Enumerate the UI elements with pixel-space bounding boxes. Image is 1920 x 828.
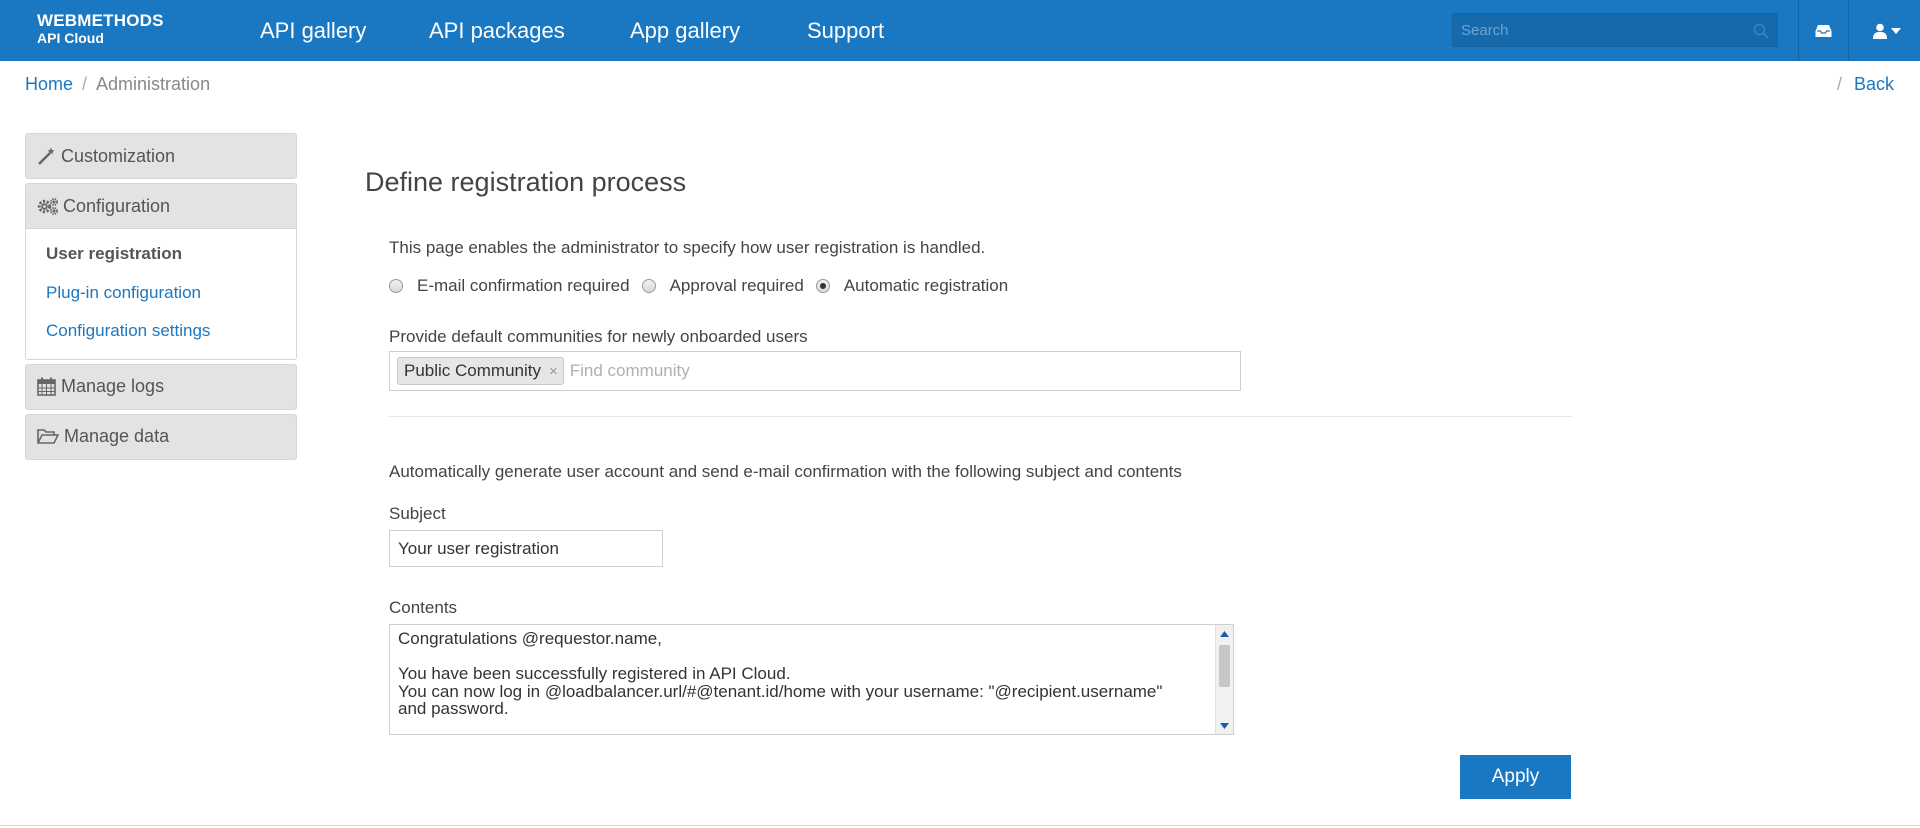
breadcrumb-home[interactable]: Home xyxy=(25,74,73,94)
nav-app-gallery[interactable]: App gallery xyxy=(630,0,740,61)
community-chip-label: Public Community xyxy=(404,361,541,380)
brand-logo[interactable]: WEBMETHODS API Cloud xyxy=(37,11,164,47)
contents-text: Congratulations @requestor.name, You hav… xyxy=(398,629,1163,718)
section-divider xyxy=(389,416,1572,417)
calendar-icon xyxy=(37,377,56,396)
top-navbar: WEBMETHODS API Cloud API gallery API pac… xyxy=(0,0,1920,61)
subject-label: Subject xyxy=(389,504,446,523)
sidebar-item-manage-data[interactable]: Manage data xyxy=(25,413,297,460)
sidebar-item-customization[interactable]: Customization xyxy=(25,133,297,179)
contents-textarea[interactable]: Congratulations @requestor.name, You hav… xyxy=(389,624,1234,735)
radio-label: Approval required xyxy=(669,276,804,295)
gears-icon xyxy=(37,198,58,215)
sidebar-item-label: Manage logs xyxy=(61,376,165,396)
brand-name: WEBMETHODS xyxy=(37,11,164,30)
sidebar-subitem-configuration-settings[interactable]: Configuration settings xyxy=(46,312,296,351)
communities-field: Public Community × xyxy=(389,351,1241,391)
sidebar-subitem-user-registration[interactable]: User registration xyxy=(46,235,296,274)
scroll-down-arrow-icon[interactable] xyxy=(1216,717,1233,734)
breadcrumb: Home / Administration xyxy=(25,74,210,95)
user-menu-button[interactable] xyxy=(1866,0,1906,61)
search-input[interactable] xyxy=(1453,14,1777,46)
user-icon xyxy=(1872,23,1887,39)
radio-approval-required[interactable] xyxy=(641,279,656,293)
scrollbar-thumb[interactable] xyxy=(1219,645,1230,687)
communities-label: Provide default communities for newly on… xyxy=(389,327,808,346)
nav-api-packages[interactable]: API packages xyxy=(429,0,565,61)
scroll-up-arrow-icon[interactable] xyxy=(1216,625,1233,642)
radio-label: E-mail confirmation required xyxy=(417,276,630,295)
contents-label: Contents xyxy=(389,598,458,617)
sidebar-subitem-plugin-configuration[interactable]: Plug-in configuration xyxy=(46,274,296,313)
sidebar: Customization Configuration User registr… xyxy=(25,133,297,464)
sidebar-item-configuration[interactable]: Configuration xyxy=(26,184,296,229)
find-community-input[interactable] xyxy=(569,361,1070,381)
folder-open-icon xyxy=(37,429,59,444)
configuration-submenu: User registration Plug-in configuration … xyxy=(26,229,296,359)
magic-wand-icon xyxy=(38,147,55,165)
remove-chip-icon[interactable]: × xyxy=(549,363,558,380)
footer-divider xyxy=(0,825,1920,826)
inbox-icon xyxy=(1815,24,1832,37)
page-description: This page enables the administrator to s… xyxy=(389,238,986,257)
breadcrumb-separator: / xyxy=(82,74,88,94)
sidebar-group-configuration: Configuration User registration Plug-in … xyxy=(25,183,297,360)
back-separator: / xyxy=(1836,74,1842,94)
brand-product: API Cloud xyxy=(37,30,104,46)
caret-down-icon xyxy=(1890,27,1901,34)
radio-email-confirmation[interactable] xyxy=(389,279,403,293)
contents-scrollbar[interactable] xyxy=(1215,625,1233,734)
apply-button[interactable]: Apply xyxy=(1460,755,1571,799)
registration-mode-options: E-mail confirmation required Approval re… xyxy=(389,276,1020,296)
navbar-divider xyxy=(1848,0,1849,61)
sidebar-item-label: Customization xyxy=(61,145,176,166)
inbox-button[interactable] xyxy=(1799,0,1848,61)
sidebar-item-label: Configuration xyxy=(63,195,171,216)
breadcrumb-current: Administration xyxy=(96,74,211,94)
auto-generate-description: Automatically generate user account and … xyxy=(389,462,1182,481)
community-chip: Public Community × xyxy=(397,357,564,385)
search-icon[interactable] xyxy=(1753,23,1769,39)
search-box xyxy=(1452,13,1778,47)
subject-input[interactable] xyxy=(389,530,663,567)
back-nav: / Back xyxy=(1837,74,1894,95)
nav-api-gallery[interactable]: API gallery xyxy=(260,0,366,61)
sidebar-item-label: Manage data xyxy=(64,426,170,446)
page-title: Define registration process xyxy=(365,167,687,197)
radio-label: Automatic registration xyxy=(843,276,1009,295)
nav-support[interactable]: Support xyxy=(807,0,884,61)
radio-automatic-registration[interactable] xyxy=(815,279,830,293)
sidebar-item-manage-logs[interactable]: Manage logs xyxy=(25,363,297,410)
back-link[interactable]: Back xyxy=(1854,74,1894,94)
